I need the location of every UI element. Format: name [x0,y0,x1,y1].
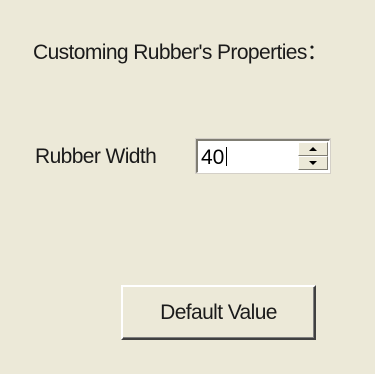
spin-buttons [298,142,328,170]
spin-down-arrow-icon [309,161,317,165]
text-caret [226,147,227,166]
panel-heading: Customing Rubber's Properties： [33,41,328,64]
rubber-width-spinbox[interactable] [196,139,330,173]
spin-up-button[interactable] [298,142,328,156]
default-value-button[interactable]: Default Value [121,285,316,340]
rubber-width-input[interactable] [198,141,298,172]
spin-up-arrow-icon [309,147,317,151]
rubber-width-label: Rubber Width [35,145,157,168]
rubber-properties-panel: Customing Rubber's Properties： Rubber Wi… [0,0,375,374]
spin-down-button[interactable] [298,156,328,170]
